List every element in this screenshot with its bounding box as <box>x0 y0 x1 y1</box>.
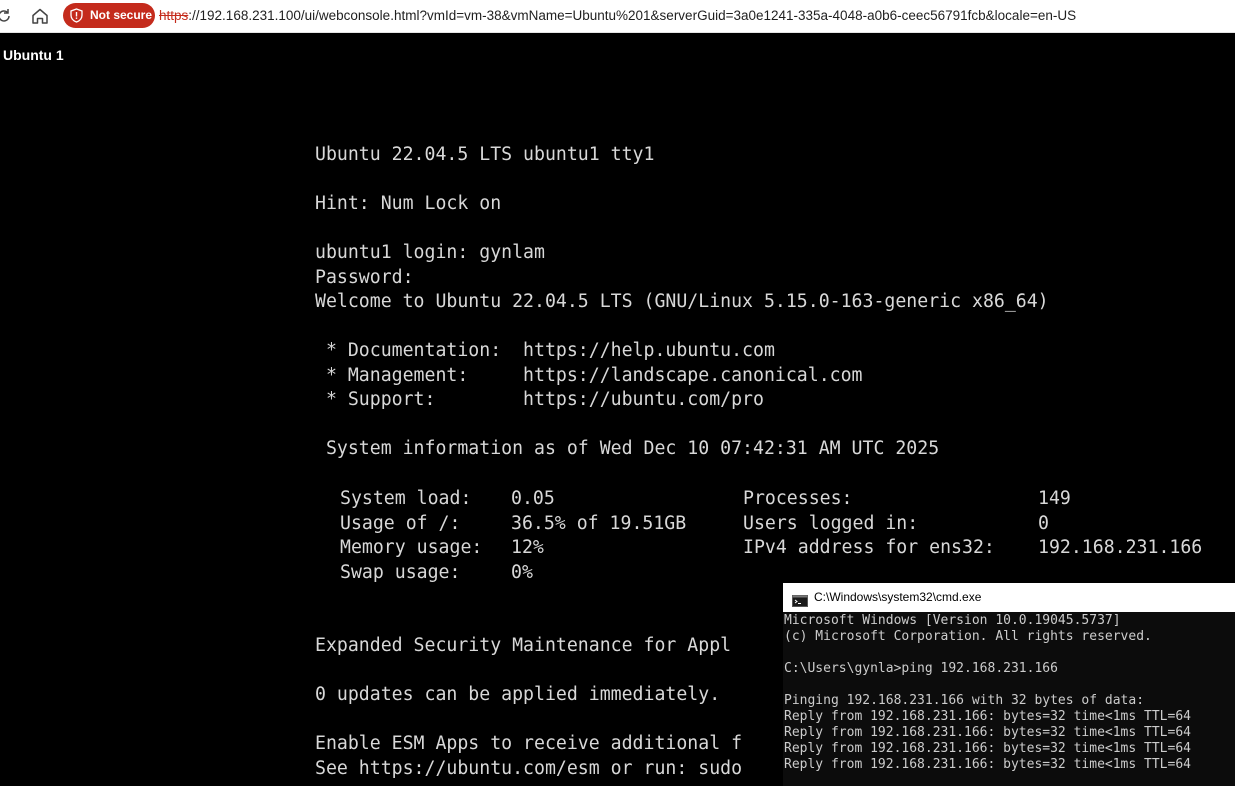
shield-warning-icon <box>69 8 84 23</box>
browser-address-bar: Not secure https://192.168.231.100/ui/we… <box>0 0 1235 33</box>
sysinfo-value: 0.05 <box>511 488 555 509</box>
cmd-app-icon <box>792 592 808 607</box>
console-line: Enable ESM Apps to receive additional f <box>315 733 743 754</box>
console-line: Hint: Num Lock on <box>315 193 502 214</box>
cmd-output-line: Reply from 192.168.231.166: bytes=32 tim… <box>784 709 1191 724</box>
vm-console[interactable]: Ubuntu 22.04.5 LTS ubuntu1 tty1 Hint: Num… <box>315 143 1049 462</box>
vm-title: Ubuntu 1 <box>3 47 64 63</box>
address-input[interactable]: https://192.168.231.100/ui/webconsole.ht… <box>159 8 1076 24</box>
sysinfo-label: Users logged in: <box>743 512 919 534</box>
home-icon[interactable] <box>30 6 50 26</box>
cmd-output-line: Reply from 192.168.231.166: bytes=32 tim… <box>784 741 1191 756</box>
cmd-output-line: Reply from 192.168.231.166: bytes=32 tim… <box>784 725 1191 740</box>
cmd-output-line <box>784 645 1191 661</box>
sysinfo-label: System load: <box>340 488 472 509</box>
vm-console-lower: Expanded Security Maintenance for Appl 0 … <box>315 634 742 781</box>
sysinfo-label: IPv4 address for ens32: <box>743 537 995 558</box>
sysinfo-label: Swap usage: <box>340 561 461 583</box>
console-line: Welcome to Ubuntu 22.04.5 LTS (GNU/Linux… <box>315 291 1049 312</box>
sysinfo-label: Processes: <box>743 488 853 509</box>
not-secure-badge[interactable]: Not secure <box>63 3 155 28</box>
cmd-output-line: C:\Users\gynla>ping 192.168.231.166 <box>784 661 1058 676</box>
security-label: Not secure <box>90 8 153 22</box>
sysinfo-value: 0 <box>1038 512 1049 534</box>
sysinfo-value: 36.5% of 19.51GB <box>511 512 687 534</box>
console-line: Password: <box>315 266 414 288</box>
console-line: Expanded Security Maintenance for Appl <box>315 635 732 656</box>
cmd-output-line: Reply from 192.168.231.166: bytes=32 tim… <box>784 757 1191 772</box>
sysinfo-value: 0% <box>511 561 533 583</box>
cmd-window[interactable]: C:\Windows\system32\cmd.exe Microsoft Wi… <box>783 583 1235 786</box>
sysinfo-value: 149 <box>1038 488 1071 509</box>
cmd-output[interactable]: Microsoft Windows [Version 10.0.19045.57… <box>784 613 1191 773</box>
console-line: * Management: https://landscape.canonica… <box>315 364 863 386</box>
cmd-titlebar[interactable]: C:\Windows\system32\cmd.exe <box>783 583 1235 612</box>
reload-icon[interactable] <box>0 6 14 26</box>
cmd-output-line: Microsoft Windows [Version 10.0.19045.57… <box>784 613 1121 628</box>
console-line: * Support: https://ubuntu.com/pro <box>315 389 764 410</box>
sysinfo-label: Usage of /: <box>340 512 461 534</box>
console-line: Ubuntu 22.04.5 LTS ubuntu1 tty1 <box>315 144 655 165</box>
sysinfo-label: Memory usage: <box>340 537 483 558</box>
console-line: See https://ubuntu.com/esm or run: sudo <box>315 757 743 779</box>
cmd-output-line: Pinging 192.168.231.166 with 32 bytes of… <box>784 693 1145 708</box>
url-scheme: https <box>159 8 189 23</box>
cmd-title: C:\Windows\system32\cmd.exe <box>814 590 982 604</box>
console-line: System information as of Wed Dec 10 07:4… <box>315 438 940 459</box>
cmd-output-line <box>784 677 1191 693</box>
console-line: * Documentation: https://help.ubuntu.com <box>315 340 775 361</box>
console-line: 0 updates can be applied immediately. <box>315 684 721 705</box>
console-line: ubuntu1 login: gynlam <box>315 242 545 263</box>
sysinfo-value: 12% <box>511 537 544 558</box>
cmd-output-line: (c) Microsoft Corporation. All rights re… <box>784 629 1152 644</box>
sysinfo-value: 192.168.231.166 <box>1038 537 1203 558</box>
url-text: ://192.168.231.100/ui/webconsole.html?vm… <box>188 8 1077 23</box>
